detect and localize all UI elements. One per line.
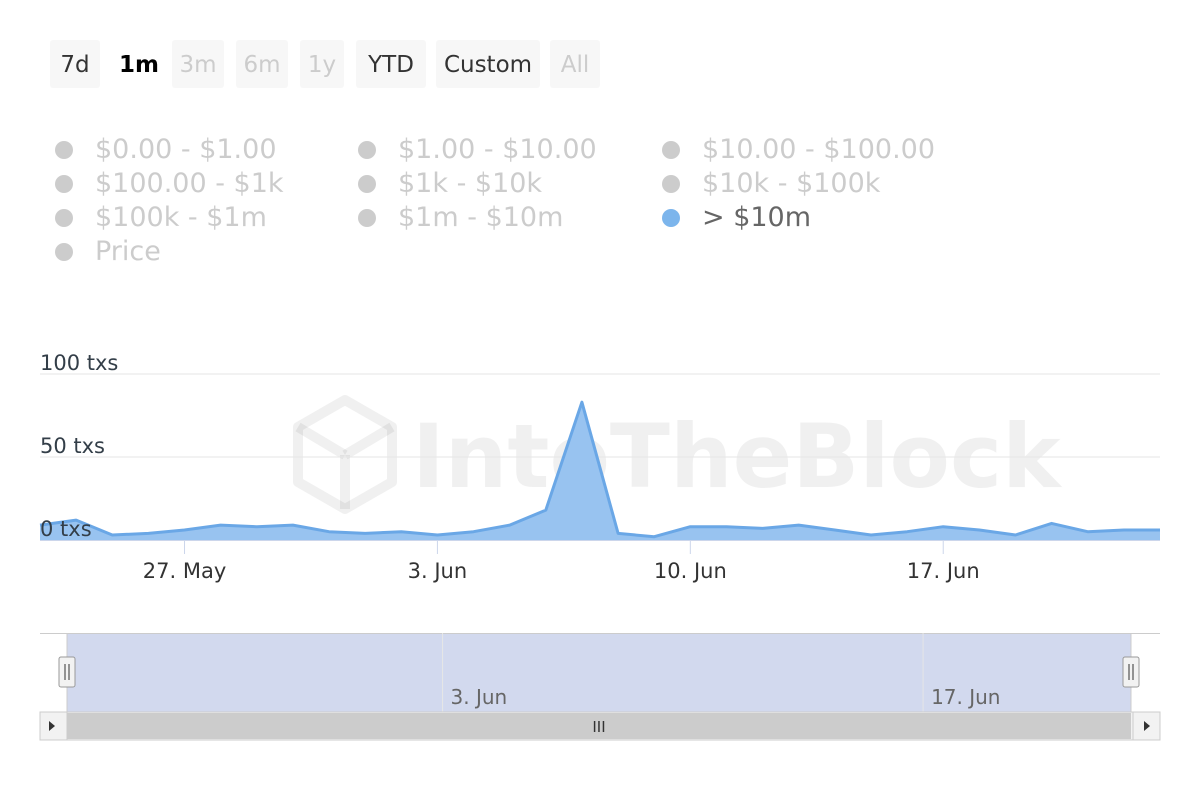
- x-axis: 27. May 3. Jun 10. Jun 17. Jun: [40, 540, 1160, 583]
- navigator-tick-label: 3. Jun: [451, 685, 508, 709]
- navigator-right-handle[interactable]: [1122, 656, 1140, 688]
- watermark-logo: IntoTheBlock: [293, 395, 1063, 514]
- y-axis-labels: 0 txs 50 txs 100 txs: [40, 351, 118, 541]
- y-tick-label: 50 txs: [40, 434, 105, 458]
- y-tick-label: 0 txs: [40, 517, 92, 541]
- x-tick-label: 3. Jun: [408, 559, 468, 583]
- scrollbar-grip-icon: III: [592, 718, 605, 736]
- x-tick-label: 10. Jun: [654, 559, 727, 583]
- chart: IntoTheBlock 0 txs 50 txs 100 txs 27. May 3…: [39, 351, 1161, 741]
- navigator-left-handle[interactable]: [58, 656, 76, 688]
- x-tick-label: 17. Jun: [907, 559, 980, 583]
- y-tick-label: 100 txs: [40, 351, 118, 375]
- navigator-tick-label: 17. Jun: [931, 685, 1000, 709]
- navigator[interactable]: 3. Jun 17. Jun III: [39, 633, 1161, 741]
- watermark-cube-icon: [293, 395, 397, 514]
- x-tick-label: 27. May: [143, 559, 227, 583]
